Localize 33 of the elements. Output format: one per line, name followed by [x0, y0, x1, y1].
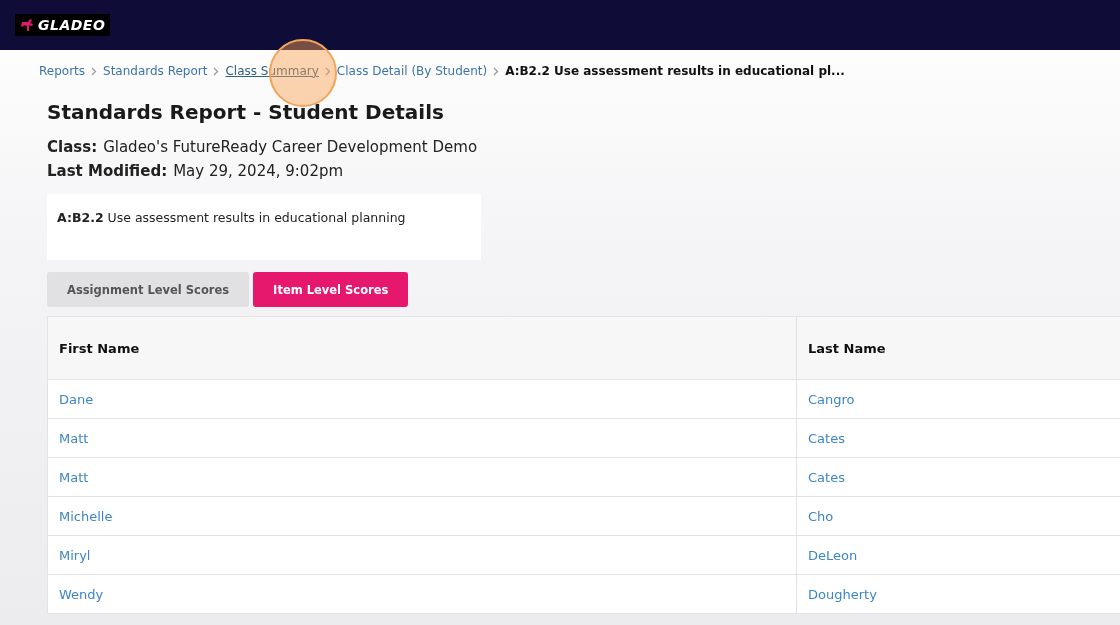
- name-link[interactable]: Cangro: [808, 391, 855, 407]
- breadcrumb-link[interactable]: Class Summary: [225, 64, 319, 78]
- breadcrumb-current: A:B2.2 Use assessment results in educational pl...: [505, 64, 845, 78]
- column-header: Last Name: [796, 316, 1120, 380]
- name-link[interactable]: Dane: [59, 391, 94, 407]
- page-title: Standards Report - Student Details: [47, 100, 445, 124]
- figure-icon: [20, 18, 36, 32]
- name-link[interactable]: Miryl: [59, 547, 91, 563]
- score-tab[interactable]: Item Level Scores: [253, 272, 409, 307]
- breadcrumb-link[interactable]: Standards Report: [103, 64, 208, 78]
- meta-label: Class:: [47, 138, 98, 156]
- name-link[interactable]: Cho: [808, 508, 834, 524]
- name-link[interactable]: DeLeon: [808, 547, 858, 563]
- chevron-icon: [324, 66, 331, 76]
- name-link[interactable]: Matt: [59, 430, 89, 446]
- breadcrumb-link[interactable]: Class Detail (By Student): [336, 64, 488, 78]
- name-link[interactable]: Cates: [808, 469, 845, 485]
- name-link[interactable]: Dougherty: [808, 586, 877, 602]
- name-link[interactable]: Michelle: [59, 508, 113, 524]
- column-header: First Name: [47, 316, 797, 380]
- chevron-icon: [213, 66, 220, 76]
- chevron-icon: [493, 66, 500, 76]
- name-link[interactable]: Cates: [808, 430, 845, 446]
- chevron-icon: [91, 66, 98, 76]
- standard-text: A:B2.2 Use assessment results in educational planning: [57, 210, 406, 225]
- logo[interactable]: GLADEO: [15, 14, 111, 36]
- meta-label: Last Modified:: [47, 162, 168, 180]
- score-tab[interactable]: Assignment Level Scores: [47, 272, 250, 307]
- meta-value: May 29, 2024, 9:02pm: [173, 162, 344, 180]
- meta-value: Gladeo's FutureReady Career Development Demo: [103, 138, 478, 156]
- name-link[interactable]: Wendy: [59, 586, 104, 602]
- name-link[interactable]: Matt: [59, 469, 89, 485]
- breadcrumb-link[interactable]: Reports: [39, 64, 86, 78]
